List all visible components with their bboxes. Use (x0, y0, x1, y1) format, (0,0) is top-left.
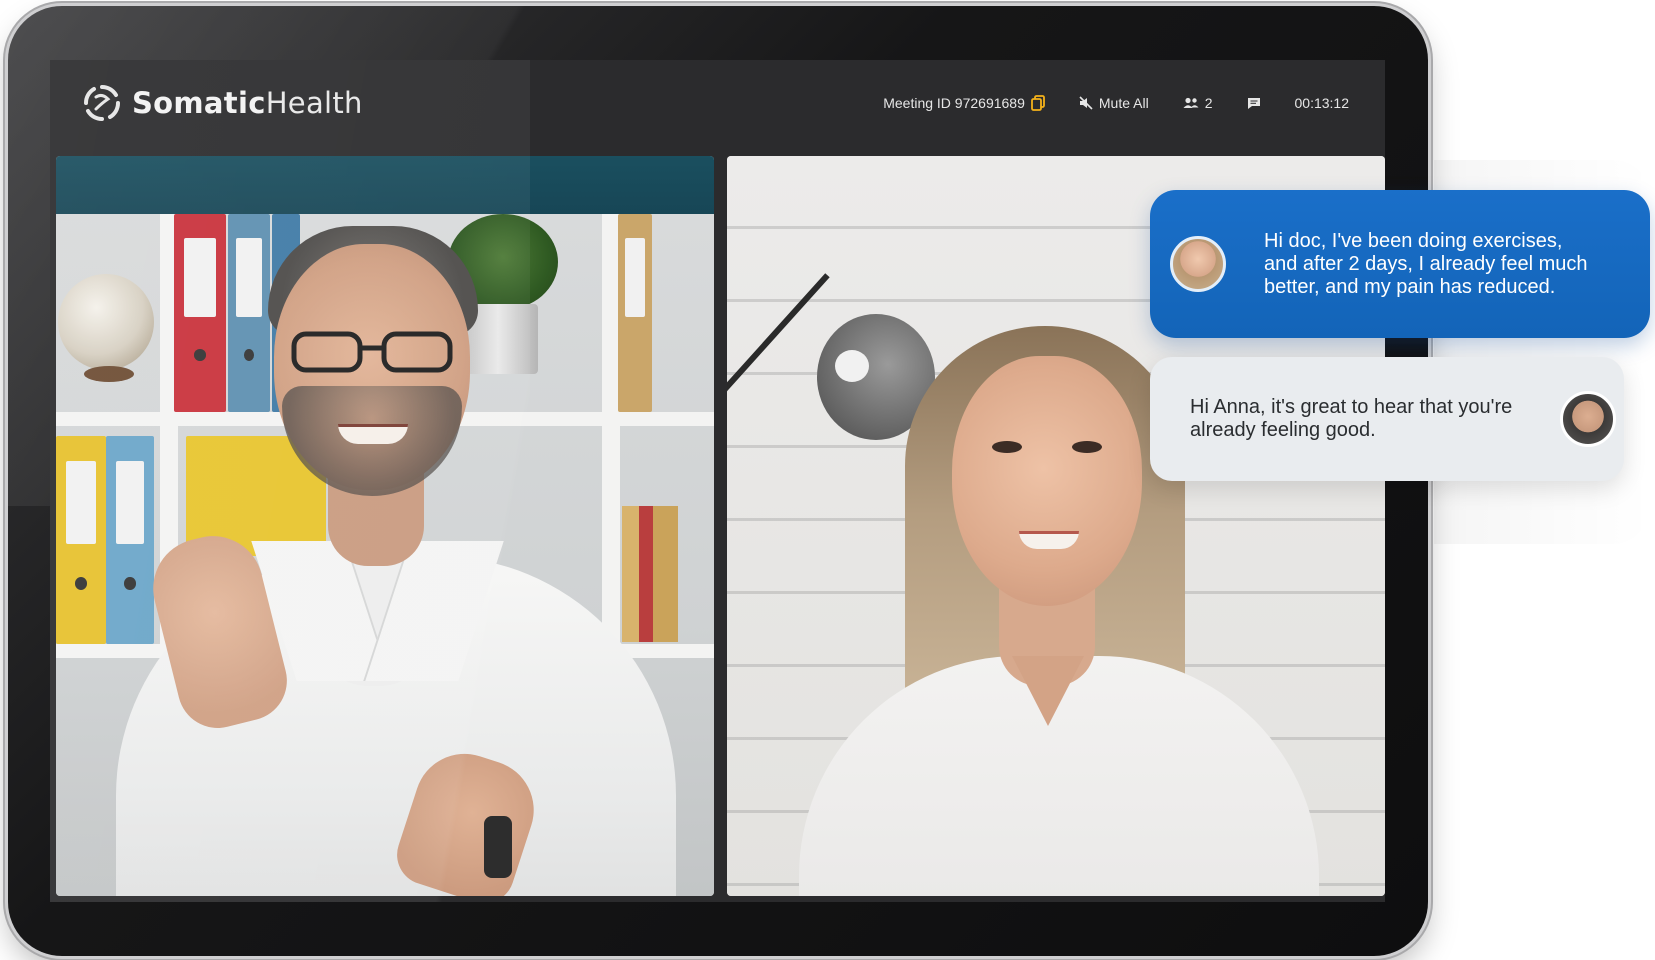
meeting-id-label: Meeting ID 972691689 (883, 95, 1025, 111)
mute-all-button[interactable]: Mute All (1079, 95, 1149, 111)
patient-eye (1072, 441, 1102, 453)
call-controls: Meeting ID 972691689 Mute All 2 00:13:12 (883, 90, 1385, 116)
teal-banner (56, 156, 714, 214)
mute-all-label: Mute All (1098, 95, 1149, 111)
brand-name-bold: Somatic (132, 86, 266, 120)
patient-smile (1019, 531, 1079, 549)
binder-blue (228, 214, 270, 412)
binder-red (174, 214, 226, 412)
binder-tan (618, 214, 652, 412)
patient-face (952, 356, 1142, 606)
brand-name: SomaticHealth (132, 86, 363, 120)
wristwatch (484, 816, 512, 878)
top-bar: SomaticHealth Meeting ID 972691689 Mute … (50, 60, 1385, 146)
people-icon (1183, 97, 1199, 108)
lamp-bulb (835, 350, 869, 382)
participants-count: 2 (1204, 95, 1213, 111)
call-timer-value: 00:13:12 (1294, 95, 1350, 111)
chat-icon (1247, 97, 1260, 109)
glasses-icon (291, 331, 453, 373)
somatichealth-logo-icon (83, 84, 121, 122)
globe (58, 274, 154, 370)
video-tile-doctor[interactable] (56, 156, 714, 896)
video-call-screen: SomaticHealth Meeting ID 972691689 Mute … (50, 60, 1385, 902)
chat-message-text: Hi Anna, it's great to hear that you're … (1190, 396, 1513, 441)
call-timer: 00:13:12 (1295, 95, 1350, 111)
chat-message-text: Hi doc, I've been doing exercises, and a… (1264, 229, 1588, 298)
patient-eye (992, 441, 1022, 453)
speaker-muted-icon (1079, 96, 1093, 110)
books (622, 506, 678, 642)
avatar-patient (1170, 236, 1226, 292)
binder-yellow (56, 436, 106, 644)
avatar-doctor (1560, 391, 1616, 447)
globe-base (84, 366, 134, 382)
chat-button[interactable] (1247, 97, 1261, 110)
doctor-smile (338, 424, 408, 444)
brand-name-light: Health (265, 86, 363, 120)
tablet-frame: SomaticHealth Meeting ID 972691689 Mute … (8, 6, 1428, 956)
participants-button[interactable]: 2 (1183, 95, 1213, 111)
copy-icon[interactable] (1030, 95, 1045, 111)
brand-logo[interactable]: SomaticHealth (82, 82, 363, 124)
chat-message-doctor: Hi Anna, it's great to hear that you're … (1150, 357, 1624, 481)
patient-neckline (1012, 656, 1084, 726)
chat-message-patient: Hi doc, I've been doing exercises, and a… (1150, 190, 1650, 338)
binder-blue (106, 436, 154, 644)
meeting-id: Meeting ID 972691689 (883, 95, 1045, 111)
